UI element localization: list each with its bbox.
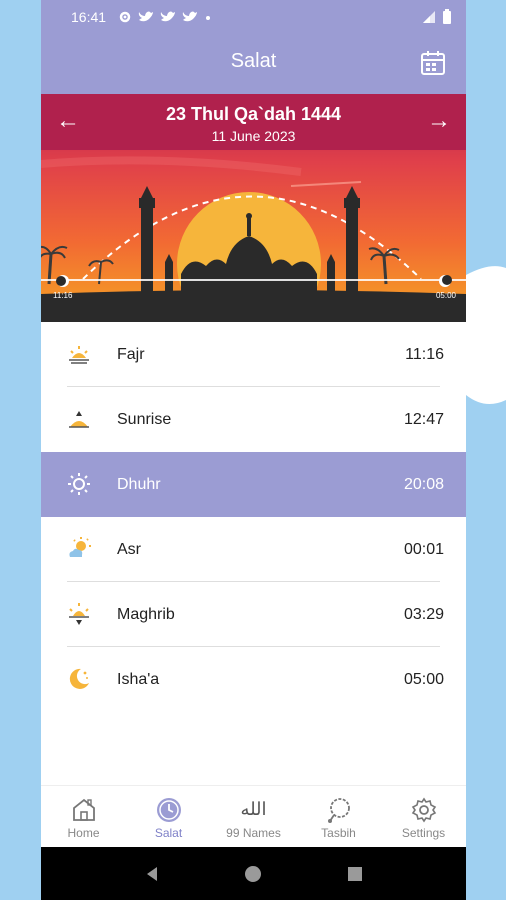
prayer-time: 05:00 <box>403 670 444 688</box>
sun-icon <box>68 473 90 495</box>
nav-99-names[interactable]: الله 99 Names <box>211 786 296 847</box>
nav-tasbih[interactable]: Tasbih <box>296 786 381 847</box>
bottom-navigation: Home Salat الله 99 Names Tasbih Settings <box>41 785 466 847</box>
status-time: 16:41 <box>71 9 107 25</box>
app-bar: Salat <box>41 34 466 94</box>
back-icon[interactable] <box>143 865 161 883</box>
prayer-name: Maghrib <box>117 605 175 623</box>
twitter-icon <box>182 11 198 22</box>
recents-icon[interactable] <box>346 865 364 883</box>
nav-home[interactable]: Home <box>41 786 126 847</box>
twitter-icon <box>160 11 176 22</box>
prayer-row-maghrib[interactable]: Maghrib 03:29 <box>41 582 466 647</box>
prayer-time: 12:47 <box>403 410 444 428</box>
prayer-row-dhuhr[interactable]: Dhuhr 20:08 <box>41 452 466 517</box>
system-navigation-bar <box>41 847 466 900</box>
home-icon <box>72 798 95 821</box>
prayer-name: Fajr <box>117 345 145 363</box>
prayer-name: Dhuhr <box>117 475 161 493</box>
nav-label: Home <box>67 826 100 840</box>
nav-label: Tasbih <box>321 826 356 840</box>
home-button-icon[interactable] <box>244 865 262 883</box>
prayer-name: Sunrise <box>117 410 172 428</box>
prayer-row-sunrise[interactable]: Sunrise 12:47 <box>41 387 466 452</box>
nav-label: 99 Names <box>226 826 281 840</box>
nav-salat[interactable]: Salat <box>126 786 211 847</box>
gear-icon <box>411 797 436 823</box>
prayer-name: Isha'a <box>117 670 160 688</box>
prayer-time: 00:01 <box>403 540 444 558</box>
battery-icon <box>443 9 451 24</box>
arc-end-time: 05:00 <box>435 291 456 300</box>
sunrise-icon <box>69 411 89 428</box>
hijri-date: 23 Thul Qa`dah 1444 <box>165 104 342 124</box>
gregorian-date: 11 June 2023 <box>211 128 296 144</box>
signal-icon <box>423 11 435 23</box>
clock-icon <box>156 798 181 822</box>
nav-label: Salat <box>154 826 183 840</box>
page-title: Salat <box>230 50 277 72</box>
sunset-icon <box>69 603 89 625</box>
sun-cloud-icon <box>69 537 91 557</box>
prayer-time: 03:29 <box>403 605 444 623</box>
arc-start-time: 11:16 <box>53 291 73 300</box>
sun-path-hero: ← 23 Thul Qa`dah 1444 11 June 2023 → 11:… <box>41 94 466 322</box>
prayer-name: Asr <box>117 540 141 558</box>
nav-settings[interactable]: Settings <box>381 786 466 847</box>
calendar-icon[interactable] <box>420 50 446 76</box>
tasbih-icon <box>327 798 350 823</box>
gear-icon <box>119 11 131 23</box>
prayer-time: 11:16 <box>405 345 444 363</box>
sun-dawn-icon <box>69 346 89 364</box>
phone-screen: 16:41 Salat ← 23 Thul Qa`dah 1444 11 Jun… <box>41 0 466 900</box>
moon-icon <box>69 668 89 689</box>
prayer-row-fajr[interactable]: Fajr 11:16 <box>41 322 466 387</box>
prayer-times-list: Fajr 11:16 Sunrise 12:47 Dhuhr 20:08 Asr… <box>41 322 466 712</box>
prayer-row-asr[interactable]: Asr 00:01 <box>41 517 466 582</box>
nav-label: Settings <box>401 826 446 840</box>
allah-calligraphy-icon: الله <box>240 799 267 820</box>
next-day-button[interactable]: → <box>424 106 454 136</box>
prayer-row-ishaa[interactable]: Isha'a 05:00 <box>41 647 466 712</box>
status-bar: 16:41 <box>41 0 466 34</box>
prayer-time: 20:08 <box>403 475 444 493</box>
twitter-icon <box>138 11 154 22</box>
dot-icon <box>206 16 211 20</box>
